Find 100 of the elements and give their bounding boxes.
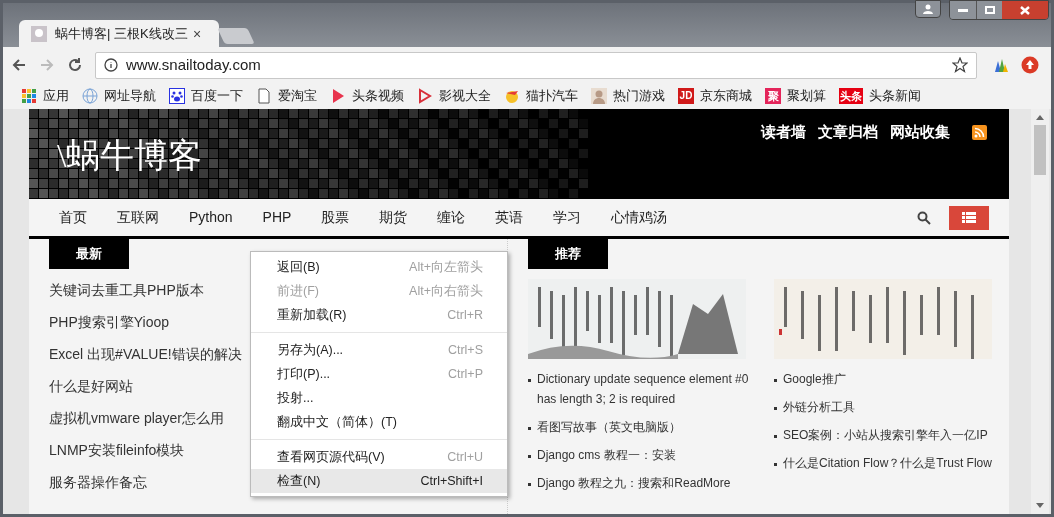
nav-link[interactable]: 股票	[321, 207, 350, 228]
menu-item-label: 投射...	[277, 389, 314, 407]
browser-tab[interactable]: 蜗牛博客| 三根K线改三 ×	[19, 20, 219, 48]
bookmark-item[interactable]: 爱淘宝	[256, 86, 317, 106]
tab-favicon-icon	[31, 26, 47, 42]
bookmark-item[interactable]: 热门游戏	[591, 86, 665, 106]
new-tab-button[interactable]	[217, 28, 255, 44]
maximize-button[interactable]	[976, 1, 1002, 19]
bookmark-item[interactable]: 聚 聚划算	[765, 86, 826, 106]
context-menu-item[interactable]: 另存为(A)... Ctrl+S	[251, 338, 507, 362]
search-icon[interactable]	[917, 210, 931, 225]
menu-item-label: 检查(N)	[277, 472, 321, 490]
url-text: www.snailtoday.com	[126, 54, 262, 75]
nav-link[interactable]: Python	[189, 207, 233, 228]
menu-item-label: 前进(F)	[277, 282, 319, 300]
nav-link[interactable]: 英语	[495, 207, 524, 228]
bullet-icon	[528, 379, 531, 382]
article-link[interactable]: Django 教程之九：搜索和ReadMore	[537, 473, 731, 493]
logo-badge-icon: 聚	[765, 88, 781, 104]
context-menu-item[interactable]: 检查(N) Ctrl+Shift+I	[251, 469, 507, 493]
bookmark-item[interactable]: 网址导航	[82, 86, 156, 106]
bookmark-item[interactable]: 头条 头条新闻	[839, 86, 921, 106]
menu-button[interactable]	[949, 205, 989, 230]
logo-badge-icon: 头条	[839, 88, 863, 104]
paw-icon	[169, 88, 185, 104]
site-logo: \蜗牛博客	[57, 139, 203, 173]
avatar-icon	[591, 88, 607, 104]
article-link[interactable]: Google推广	[783, 369, 846, 389]
context-menu-item[interactable]: 打印(P)... Ctrl+P	[251, 362, 507, 386]
bullet-icon	[528, 455, 531, 458]
bullet-icon	[774, 407, 777, 410]
scrollbar[interactable]	[1031, 109, 1049, 514]
star-icon[interactable]	[952, 57, 968, 73]
bullet-icon	[774, 379, 777, 382]
globe-icon	[82, 88, 98, 104]
scroll-thumb[interactable]	[1034, 125, 1046, 175]
person-icon	[923, 4, 933, 14]
play-icon	[330, 88, 346, 104]
context-menu-item[interactable]: 翻成中文（简体）(T)	[251, 410, 507, 434]
bullet-icon	[774, 435, 777, 438]
article-link[interactable]: 什么是Citation Flow？什么是Trust Flow	[783, 453, 992, 473]
article-link[interactable]: Dictionary update sequence element #0 has length 3; 2 is required	[537, 369, 760, 409]
article-link[interactable]: 看图写故事（英文电脑版）	[537, 417, 681, 437]
bookmark-item[interactable]: 应用	[21, 86, 69, 106]
logo-badge-icon: JD	[678, 88, 694, 104]
nav-link[interactable]: 期货	[379, 207, 408, 228]
bookmark-item[interactable]: 猫扑汽车	[504, 86, 578, 106]
menu-shortcut: Ctrl+S	[447, 341, 483, 359]
address-bar[interactable]: www.snailtoday.com	[95, 51, 977, 79]
close-tab-button[interactable]: ×	[193, 27, 202, 41]
nav-link[interactable]: 缠论	[437, 207, 466, 228]
article-link[interactable]: 外链分析工具	[783, 397, 855, 417]
menu-item-label: 打印(P)...	[277, 365, 331, 383]
bookmark-item[interactable]: 头条视频	[330, 86, 404, 106]
section-heading: 推荐	[528, 239, 608, 269]
menu-item-label: 查看网页源代码(V)	[277, 448, 385, 466]
rss-icon[interactable]	[972, 124, 987, 140]
bullet-icon	[774, 463, 777, 466]
bookmark-item[interactable]: 百度一下	[169, 86, 243, 106]
bookmark-item[interactable]: JD 京东商城	[678, 86, 752, 106]
minimize-button[interactable]	[950, 1, 976, 19]
apps-grid-icon	[21, 88, 37, 104]
upload-extension-icon[interactable]	[1021, 56, 1039, 74]
menu-shortcut: Alt+向左箭头	[409, 258, 483, 276]
nav-link[interactable]: 互联网	[117, 207, 159, 228]
menu-shortcut: Ctrl+P	[447, 365, 483, 383]
article-link[interactable]: Django cms 教程一：安装	[537, 445, 676, 465]
back-icon[interactable]	[11, 57, 27, 73]
context-menu-item[interactable]: 投射...	[251, 386, 507, 410]
header-link[interactable]: 文章归档	[818, 121, 878, 144]
mascot-icon	[504, 88, 520, 104]
article-link[interactable]: SEO案例：小站从搜索引擎年入一亿IP	[783, 425, 988, 445]
menu-item-label: 重新加载(R)	[277, 306, 347, 324]
menu-item-label: 另存为(A)...	[277, 341, 344, 359]
close-window-button[interactable]	[1002, 1, 1048, 19]
page-icon	[256, 88, 272, 104]
reload-icon[interactable]	[67, 57, 83, 73]
nav-link[interactable]: 心情鸡汤	[611, 207, 668, 228]
tab-title: 蜗牛博客| 三根K线改三	[55, 25, 185, 44]
close-icon	[1020, 5, 1030, 15]
nav-link[interactable]: PHP	[262, 207, 292, 228]
scroll-down-icon[interactable]	[1036, 503, 1044, 508]
context-menu-item[interactable]: 查看网页源代码(V) Ctrl+U	[251, 445, 507, 469]
header-link[interactable]: 读者墙	[761, 121, 806, 144]
menu-item-label: 翻成中文（简体）(T)	[277, 413, 397, 431]
context-menu-item[interactable]: 重新加载(R) Ctrl+R	[251, 303, 507, 327]
section-heading: 最新	[49, 239, 129, 269]
menu-item-label: 返回(B)	[277, 258, 320, 276]
user-button[interactable]	[915, 0, 941, 18]
menu-shortcut: Ctrl+Shift+I	[420, 472, 483, 490]
menu-shortcut: Ctrl+U	[447, 448, 483, 466]
menu-shortcut: Alt+向右箭头	[409, 282, 483, 300]
scroll-up-icon[interactable]	[1036, 115, 1044, 120]
list-icon	[962, 212, 976, 223]
nav-link[interactable]: 学习	[553, 207, 582, 228]
bullet-icon	[528, 483, 531, 486]
nav-link[interactable]: 首页	[59, 207, 87, 228]
header-link[interactable]: 网站收集	[890, 121, 950, 144]
context-menu-item[interactable]: 返回(B) Alt+向左箭头	[251, 255, 507, 279]
bookmark-item[interactable]: 影视大全	[417, 86, 491, 106]
